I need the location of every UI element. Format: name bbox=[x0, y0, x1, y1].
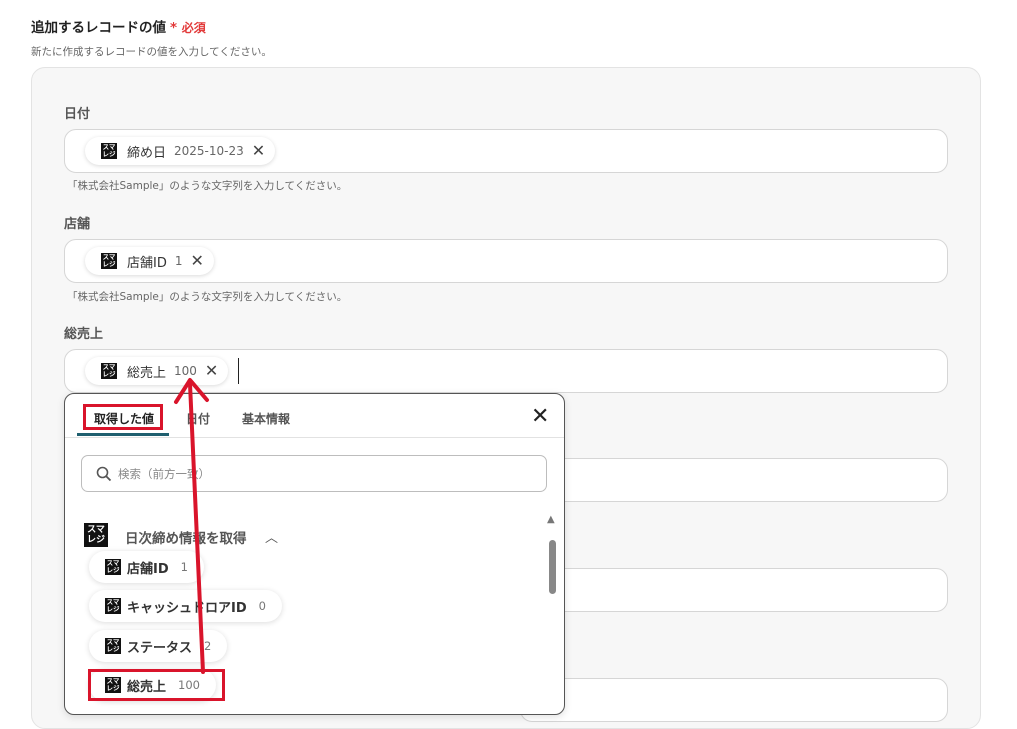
annotation-arrow bbox=[174, 378, 209, 674]
